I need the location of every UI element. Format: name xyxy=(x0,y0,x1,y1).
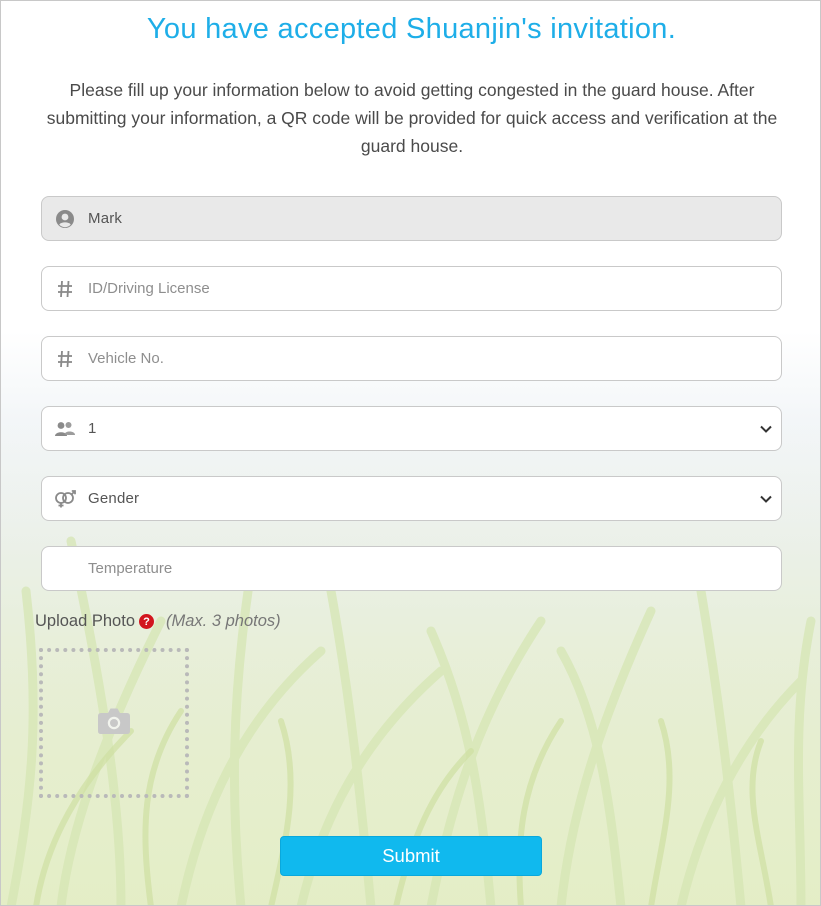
page-frame: You have accepted Shuanjin's invitation.… xyxy=(0,0,821,906)
upload-max-note: (Max. 3 photos) xyxy=(166,612,281,630)
gender-value: Gender xyxy=(88,490,140,507)
gender-select[interactable]: Gender xyxy=(41,476,782,521)
help-icon[interactable]: ? xyxy=(139,614,154,629)
upload-label-text: Upload Photo xyxy=(35,612,135,630)
visitors-value: 1 xyxy=(88,420,97,437)
visitors-select[interactable]: 1 xyxy=(41,406,782,451)
chevron-down-icon xyxy=(751,425,781,433)
vehicle-field[interactable] xyxy=(41,336,782,381)
photo-dropzone[interactable] xyxy=(39,648,189,798)
temperature-icon-space xyxy=(42,547,88,590)
gender-icon xyxy=(42,477,88,520)
chevron-down-icon xyxy=(751,495,781,503)
page-title: You have accepted Shuanjin's invitation. xyxy=(146,13,677,45)
id-license-field[interactable] xyxy=(41,266,782,311)
user-circle-icon xyxy=(42,197,88,240)
temperature-input[interactable] xyxy=(88,547,781,590)
upload-photo-label: Upload Photo ? (Max. 3 photos) xyxy=(35,612,281,631)
vehicle-input[interactable] xyxy=(88,337,781,380)
users-icon xyxy=(42,407,88,450)
hash-icon xyxy=(42,267,88,310)
name-field: Mark xyxy=(41,196,782,241)
id-license-input[interactable] xyxy=(88,267,781,310)
name-value: Mark xyxy=(88,210,123,227)
hash-icon xyxy=(42,337,88,380)
camera-icon xyxy=(97,707,131,740)
intro-text: Please fill up your information below to… xyxy=(46,80,778,156)
submit-button[interactable]: Submit xyxy=(280,836,542,876)
temperature-field[interactable] xyxy=(41,546,782,591)
